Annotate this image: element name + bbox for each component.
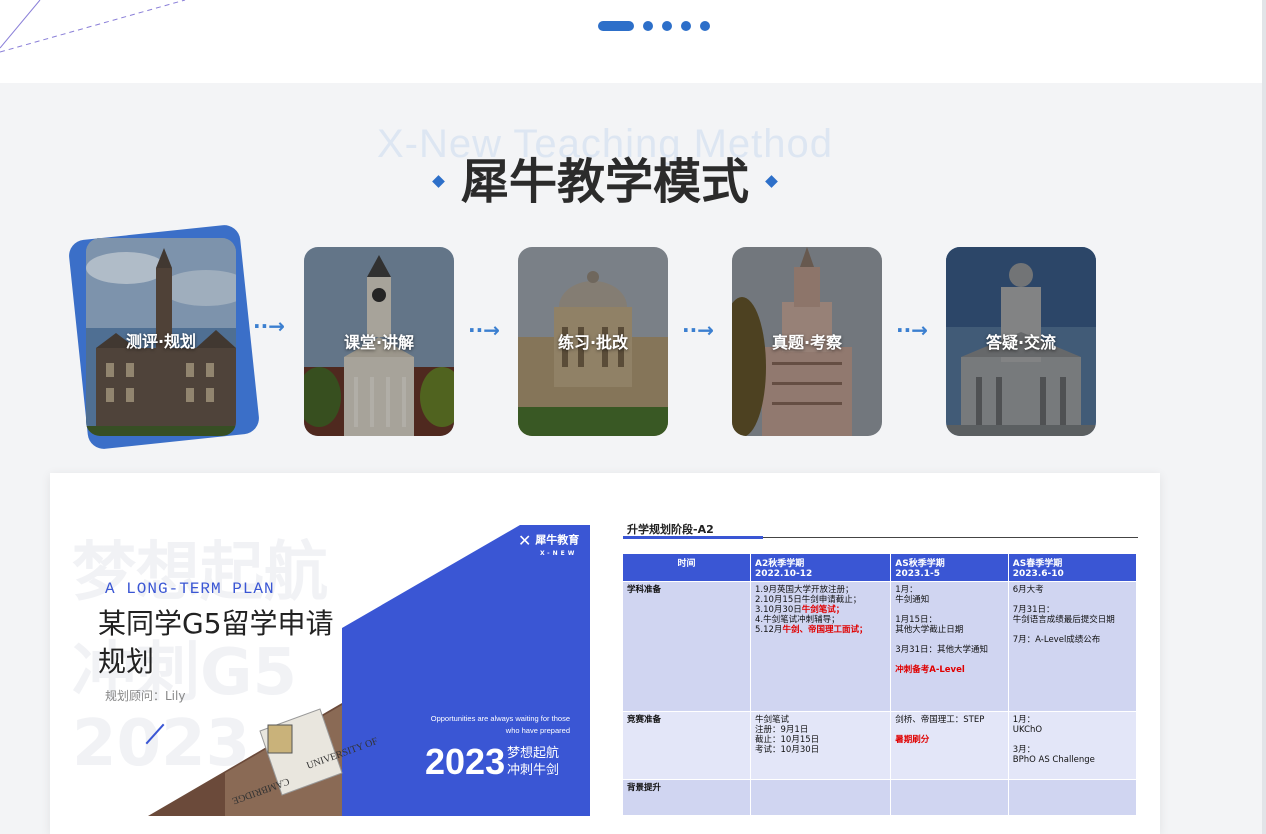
arrow-right-icon: ··→	[682, 318, 714, 342]
step-label: 课堂·讲解	[343, 333, 415, 352]
table-cell: 牛剑笔试 注册：9月1日 截止：10月15日 考试：10月30日	[749, 711, 892, 780]
table-row: 竞赛准备 牛剑笔试 注册：9月1日 截止：10月15日 考试：10月30日 剑桥…	[622, 711, 1138, 780]
table-cell: 6月大考 7月31日： 牛剑语言成绩最后提交日期 7月：A-Level成绩公布	[1007, 581, 1138, 712]
table-cell: 1月： UKChO 3月： BPhO AS Challenge	[1007, 711, 1138, 780]
table-cell	[749, 779, 892, 816]
step-label: 真题·考察	[771, 333, 843, 352]
table-cell: 1.9月英国大学开放注册； 2.10月15日牛剑申请截止； 3.10月30日牛剑…	[749, 581, 892, 712]
cell-line: 3月：	[1012, 745, 1036, 755]
plan-subtitle: A LONG-TERM PLAN	[105, 580, 275, 598]
carousel-dot-4[interactable]	[681, 21, 691, 31]
cell-line: 考试：10月30日	[755, 745, 820, 755]
cell-line: 牛剑语言成绩最后提交日期	[1012, 615, 1115, 625]
plan-title: 某同学G5留学申请规划	[98, 607, 334, 678]
carousel-dot-1[interactable]	[598, 21, 634, 31]
plan-showcase-card: 梦想起航 冲刺G5 2023 UNIVERSITY OF CAMBRIDGE A…	[50, 473, 1160, 834]
section-title-text: 犀牛教学模式	[460, 154, 749, 210]
cell-highlight: 暑期刷分	[895, 735, 930, 745]
table-cell: 剑桥、帝国理工：STEP 暑期刷分	[890, 711, 1009, 780]
section-title: 犀牛教学模式	[0, 142, 1210, 212]
table-title: 升学规划阶段-A2	[627, 523, 714, 536]
table-header: 时间	[622, 553, 751, 582]
section-header: X-New Teaching Method 犀牛教学模式	[0, 118, 1210, 210]
cell-text: 3.10月30日	[755, 605, 802, 615]
step-label: 练习·批改	[557, 333, 629, 352]
header-line: 2022.10-12	[755, 569, 813, 579]
divider-accent	[623, 536, 763, 539]
year-label: 2023	[425, 741, 506, 782]
row-header: 学科准备	[622, 581, 751, 712]
table-header-row: 时间 A2秋季学期 2022.10-12 AS秋季学期 2023.1-5 AS春…	[622, 553, 1138, 582]
cell-line: 1月15日：	[895, 615, 937, 625]
cell-line: 1月：	[895, 585, 918, 595]
carousel-dot-5[interactable]	[700, 21, 710, 31]
cell-text: 5.12月	[755, 625, 783, 635]
cell-line: 剑桥、帝国理工：STEP	[895, 715, 985, 725]
cell-line: 注册：9月1日	[755, 725, 809, 735]
cell-line: 6月大考	[1012, 585, 1044, 595]
step-card-exam[interactable]: 真题·考察	[732, 247, 882, 436]
brand-sub: X-NEW	[540, 550, 578, 557]
cell-line: 牛剑通知	[895, 595, 930, 605]
table-row: 背景提升	[622, 779, 1138, 816]
cell-line: 牛剑笔试	[755, 715, 790, 725]
header-line: 2023.6-10	[1012, 569, 1064, 579]
year-caption-line: 梦想起航	[507, 746, 560, 761]
year-caption-line: 冲刺牛剑	[507, 763, 560, 778]
arrow-right-icon: ··→	[468, 318, 500, 342]
diamond-icon	[432, 174, 445, 188]
carousel-pagination	[598, 21, 710, 31]
cell-line: 1月：	[1012, 715, 1036, 725]
cell-highlight: 牛剑笔试；	[801, 605, 845, 615]
table-cell	[890, 779, 1009, 816]
cell-line: 其他大学截止日期	[895, 625, 964, 635]
cell-line: 7月31日：	[1012, 605, 1055, 615]
header-line: 2023.1-5	[895, 569, 940, 579]
plan-advisor: 规划顾问：Lily	[105, 689, 186, 703]
carousel-dot-3[interactable]	[662, 21, 672, 31]
cell-line: 5.12月牛剑、帝国理工面试；	[755, 625, 886, 635]
diamond-icon	[765, 174, 778, 188]
cell-highlight: 牛剑、帝国理工面试；	[782, 625, 868, 635]
step-card-lecture[interactable]: 课堂·讲解	[304, 247, 454, 436]
cell-line: 3月31日：其他大学通知	[895, 645, 988, 655]
cell-line: 4.牛剑笔试冲刺辅导；	[755, 615, 840, 625]
cell-line: 7月：A-Level成绩公布	[1012, 635, 1101, 645]
cell-highlight: 冲刺备考A-Level	[895, 665, 965, 675]
step-card-assessment[interactable]: 测评·规划	[86, 238, 236, 436]
header-line: A2秋季学期	[755, 559, 805, 569]
plan-table: 时间 A2秋季学期 2022.10-12 AS秋季学期 2023.1-5 AS春…	[622, 553, 1138, 816]
row-header: 竞赛准备	[622, 711, 751, 780]
table-header: AS春季学期 2023.6-10	[1007, 553, 1138, 582]
table-header: A2秋季学期 2022.10-12	[749, 553, 892, 582]
cell-line: BPhO AS Challenge	[1012, 755, 1095, 765]
cell-line: 3.10月30日牛剑笔试；	[755, 605, 886, 615]
row-header: 背景提升	[622, 779, 751, 816]
brand-name: 犀牛教育	[535, 533, 580, 547]
carousel-strip	[0, 0, 1262, 83]
tagline: Opportunities are always waiting for tho…	[430, 714, 570, 735]
cell-line: 1.9月英国大学开放注册；	[755, 585, 854, 595]
header-line: AS春季学期	[1012, 559, 1063, 569]
brand-logo: ✕ 犀牛教育 X-NEW	[518, 531, 579, 557]
table-header: AS秋季学期 2023.1-5	[890, 553, 1009, 582]
arrow-right-icon: ··→	[896, 318, 928, 342]
header-line: AS秋季学期	[895, 559, 945, 569]
step-card-practice[interactable]: 练习·批改	[518, 247, 668, 436]
step-label: 答疑·交流	[985, 333, 1057, 352]
year-caption: 梦想起航 冲刺牛剑	[507, 745, 559, 779]
cell-line: UKChO	[1012, 725, 1043, 735]
carousel-dot-2[interactable]	[643, 21, 653, 31]
arrow-right-icon: ··→	[253, 314, 285, 338]
decorative-dashed-lines	[0, 0, 186, 53]
table-row: 学科准备 1.9月英国大学开放注册； 2.10月15日牛剑申请截止； 3.10月…	[622, 581, 1138, 712]
table-cell	[1007, 779, 1138, 816]
brand-logo-icon: ✕	[518, 531, 532, 550]
step-label: 测评·规划	[125, 332, 197, 351]
step-card-qa[interactable]: 答疑·交流	[946, 247, 1096, 436]
scrollbar-track[interactable]	[1262, 0, 1266, 834]
table-cell: 1月： 牛剑通知 1月15日： 其他大学截止日期 3月31日：其他大学通知 冲刺…	[890, 581, 1009, 712]
cell-line: 2.10月15日牛剑申请截止；	[755, 595, 862, 605]
cell-line: 截止：10月15日	[755, 735, 820, 745]
